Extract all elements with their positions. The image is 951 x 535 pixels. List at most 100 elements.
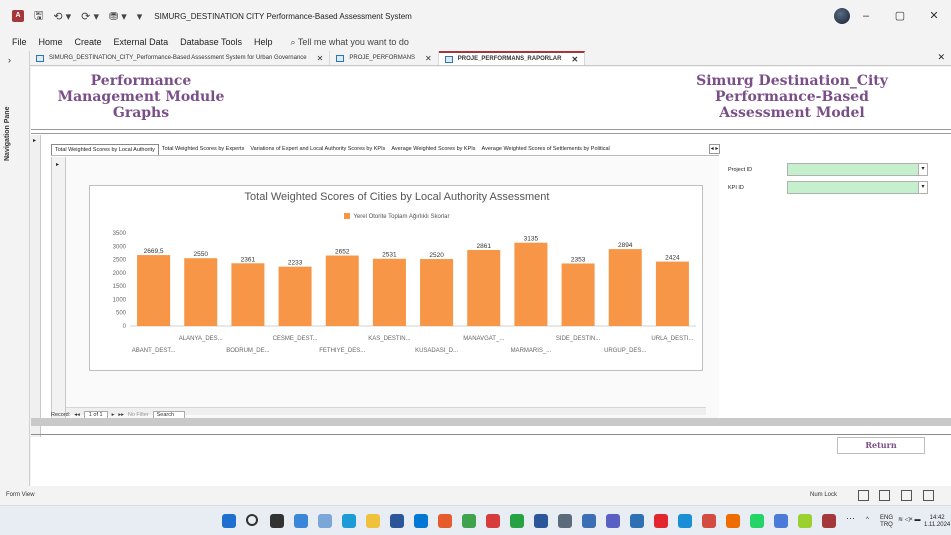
tell-me-box[interactable]: ⌕ Tell me what you want to do	[290, 37, 408, 48]
doc-tab-label: SIMURG_DESTINATION_CITY_Performance-Base…	[49, 55, 307, 61]
redo-icon[interactable]: ⟳ ▾	[81, 10, 99, 23]
remote-app-icon[interactable]	[582, 514, 596, 528]
doc-tab-proje-performans[interactable]: PROJE_PERFORMANS ✕	[330, 51, 439, 65]
next-record-button[interactable]: ▸	[112, 412, 115, 418]
project-id-label: Project ID	[728, 167, 753, 173]
task-view-icon[interactable]	[270, 514, 284, 528]
x-category-label: BODRUM_DE...	[226, 348, 270, 354]
search-app-icon[interactable]	[726, 514, 740, 528]
status-bar: Form View Num Lock	[0, 487, 951, 505]
y-tick-label: 0	[123, 324, 127, 330]
windows-start-icon[interactable]	[222, 514, 236, 528]
first-record-button[interactable]: ◂◂	[74, 412, 80, 418]
sync-icon[interactable]	[678, 514, 692, 528]
calculator-icon[interactable]	[630, 514, 644, 528]
record-app-icon[interactable]	[702, 514, 716, 528]
kpi-id-combo[interactable]: ▾	[787, 181, 928, 194]
record-selector-icon: ▸	[56, 162, 60, 168]
bar	[514, 242, 548, 326]
tab-average-by-political[interactable]: Average Weighted Scores of Settlements b…	[479, 144, 613, 155]
subform-record-selector[interactable]: ▸	[52, 157, 66, 420]
chevron-down-icon[interactable]: ▾	[918, 164, 927, 175]
report-tab-strip: Total Weighted Scores by Local Authority…	[51, 144, 719, 156]
tab-scores-by-local-authority[interactable]: Total Weighted Scores by Local Authority	[51, 144, 159, 155]
menu-create[interactable]: Create	[75, 37, 102, 47]
data-label: 2550	[194, 251, 209, 258]
opera-icon[interactable]	[654, 514, 668, 528]
customize-toolbar-icon[interactable]: ▾	[137, 10, 143, 23]
whatsapp-icon[interactable]	[750, 514, 764, 528]
navigation-pane[interactable]: › Navigation Pane	[0, 51, 30, 486]
doc-tab-main-form[interactable]: SIMURG_DESTINATION_CITY_Performance-Base…	[30, 51, 331, 65]
widgets-icon[interactable]	[294, 514, 308, 528]
nav-pane-toggle-icon[interactable]: ›	[8, 55, 11, 65]
undo-icon[interactable]: ⟲ ▾	[53, 10, 71, 23]
menu-external-data[interactable]: External Data	[114, 37, 169, 47]
tab-average-by-kpis[interactable]: Average Weighted Scores by KPIs	[388, 144, 478, 155]
no-filter-indicator[interactable]: No Filter	[128, 412, 149, 418]
project-id-combo[interactable]: ▾	[787, 163, 928, 176]
return-button[interactable]: Return	[837, 437, 925, 454]
tray-caret-icon[interactable]: ^	[866, 517, 869, 524]
module-title-line: Graphs	[112, 105, 170, 121]
record-label: Record:	[51, 411, 71, 418]
chevron-down-icon[interactable]: ▾	[918, 182, 927, 193]
tab-scroll-buttons[interactable]: ◂ ▸	[709, 144, 720, 154]
access-taskbar-icon[interactable]	[822, 514, 836, 528]
snipping-tool-icon[interactable]	[558, 514, 572, 528]
bar	[561, 263, 595, 326]
chat-app-icon[interactable]	[774, 514, 788, 528]
menu-file[interactable]: File	[12, 37, 27, 47]
tab-scores-by-experts[interactable]: Total Weighted Scores by Experts	[159, 144, 247, 155]
word-icon[interactable]	[534, 514, 548, 528]
model-title-line: Performance-Based	[715, 89, 869, 105]
y-tick-label: 1000	[113, 297, 127, 303]
firefox-icon[interactable]	[438, 514, 452, 528]
nav-pane-label[interactable]: Navigation Pane	[4, 107, 11, 161]
language-indicator[interactable]: ENG TRQ	[880, 515, 893, 529]
y-tick-label: 2000	[113, 271, 127, 277]
save-icon[interactable]: 🖫	[34, 7, 43, 26]
document-tabs: SIMURG_DESTINATION_CITY_Performance-Base…	[30, 51, 951, 66]
restore-button[interactable]: ▢	[883, 0, 917, 32]
data-label: 2861	[477, 243, 492, 250]
close-tab-icon[interactable]: ✕	[571, 55, 578, 64]
file-explorer-icon[interactable]	[366, 514, 380, 528]
form-view-icon[interactable]	[858, 490, 869, 501]
design-view-icon[interactable]	[923, 490, 934, 501]
tab-variations-by-kpis[interactable]: Variations of Expert and Local Authority…	[247, 144, 388, 155]
network-volume-battery-icons[interactable]: ≋ ◁× ▬	[898, 517, 920, 524]
store-icon[interactable]	[390, 514, 404, 528]
vivaldi-icon[interactable]	[486, 514, 500, 528]
quick-access-extra-icon[interactable]: ⛃ ▾	[109, 10, 127, 23]
last-record-button[interactable]: ▸▸	[118, 412, 124, 418]
taskbar-overflow-icon[interactable]: ···	[846, 514, 855, 523]
green-app-icon[interactable]	[510, 514, 524, 528]
record-selector[interactable]: ▸	[31, 135, 41, 437]
y-tick-label: 3500	[113, 231, 127, 237]
edge-icon[interactable]	[342, 514, 356, 528]
close-tab-icon[interactable]: ✕	[425, 54, 432, 63]
close-tab-icon[interactable]: ✕	[317, 54, 324, 63]
clock[interactable]: 14:42 1.11.2024	[924, 515, 950, 529]
menu-database-tools[interactable]: Database Tools	[180, 37, 242, 47]
datasheet-view-icon[interactable]	[879, 490, 890, 501]
layout-view-icon[interactable]	[901, 490, 912, 501]
user-avatar[interactable]	[834, 8, 850, 24]
copilot-icon[interactable]	[318, 514, 332, 528]
messenger-icon[interactable]	[606, 514, 620, 528]
access-app-icon[interactable]: A	[12, 10, 24, 22]
menu-help[interactable]: Help	[254, 37, 273, 47]
minimize-button[interactable]: –	[849, 0, 883, 32]
search-icon[interactable]	[246, 514, 258, 526]
doc-tab-proje-performans-raporlar[interactable]: PROJE_PERFORMANS_RAPORLAR ✕	[438, 51, 586, 65]
mail-icon[interactable]	[414, 514, 428, 528]
num-lock-indicator: Num Lock	[810, 492, 838, 498]
chrome-icon[interactable]	[462, 514, 476, 528]
bar	[278, 266, 312, 326]
menu-home[interactable]: Home	[39, 37, 63, 47]
close-document-icon[interactable]: ✕	[937, 52, 945, 63]
close-button[interactable]: ✕	[917, 0, 951, 32]
x-category-label: KAS_DESTIN...	[368, 336, 411, 342]
tools-app-icon[interactable]	[798, 514, 812, 528]
